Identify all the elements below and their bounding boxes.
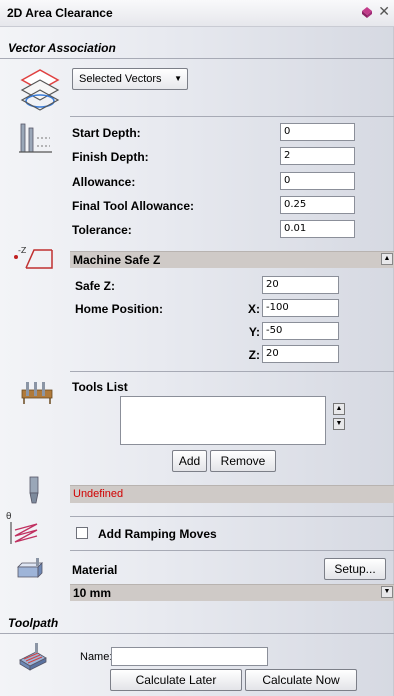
tolerance-label: Tolerance:: [72, 223, 132, 237]
final-tool-allowance-label: Final Tool Allowance:: [72, 199, 195, 213]
allowance-input[interactable]: 0: [280, 172, 355, 190]
tolerance-input[interactable]: 0.01: [280, 220, 355, 238]
home-y-input[interactable]: -50: [262, 322, 339, 340]
home-z-label: Z:: [248, 348, 260, 362]
vector-layers-icon: [20, 69, 60, 111]
home-z-input[interactable]: 20: [262, 345, 339, 363]
home-position-label: Home Position:: [75, 302, 164, 316]
ramping-checkbox[interactable]: [76, 527, 88, 539]
toolpath-name-input[interactable]: [111, 647, 268, 666]
divider: [70, 550, 394, 551]
home-y-label: Y:: [248, 325, 260, 339]
material-block-icon: [17, 558, 43, 578]
toolpath-heading: Toolpath: [0, 612, 394, 634]
calculate-later-button[interactable]: Calculate Later: [110, 669, 242, 691]
vector-selection-dropdown[interactable]: Selected Vectors ▼: [72, 68, 188, 90]
divider: [70, 371, 394, 372]
start-depth-label: Start Depth:: [72, 126, 141, 140]
material-label: Material: [72, 563, 118, 577]
vector-association-heading: Vector Association: [0, 37, 394, 59]
finish-depth-input[interactable]: 2: [280, 147, 355, 165]
machine-safe-z-bar[interactable]: Machine Safe Z ▲: [70, 251, 394, 268]
cutting-depth-icon: [19, 123, 52, 153]
machine-safe-z-title: Machine Safe Z: [73, 253, 161, 267]
title-bar: 2D Area Clearance ✕: [0, 0, 394, 27]
toolpath-name-label: Name:: [80, 651, 113, 663]
home-x-label: X:: [248, 302, 260, 316]
divider: [70, 516, 394, 517]
toolpath-icon: [19, 643, 47, 671]
material-thickness-value: 10 mm: [73, 586, 112, 600]
window-title: 2D Area Clearance: [7, 6, 113, 20]
ramping-icon: θ: [6, 512, 38, 544]
tools-list-icon: [21, 382, 53, 404]
finish-depth-label: Finish Depth:: [72, 150, 149, 164]
material-setup-button[interactable]: Setup...: [324, 558, 386, 580]
safe-z-icon: -Z: [14, 246, 53, 269]
toolpath-title: Toolpath: [8, 616, 59, 630]
remove-tool-button[interactable]: Remove: [210, 450, 276, 472]
tools-list-label: Tools List: [72, 380, 128, 394]
safe-z-input[interactable]: 20: [262, 276, 339, 294]
material-thickness-bar[interactable]: 10 mm ▼: [70, 584, 394, 601]
start-depth-input[interactable]: 0: [280, 123, 355, 141]
divider: [70, 116, 394, 117]
tools-listbox[interactable]: [120, 396, 326, 445]
tool-status-bar: Undefined: [70, 485, 394, 503]
ramping-label: Add Ramping Moves: [98, 527, 217, 541]
calculate-now-button[interactable]: Calculate Now: [245, 669, 357, 691]
home-x-input[interactable]: -100: [262, 299, 339, 317]
move-up-icon[interactable]: ▲: [333, 403, 345, 415]
expand-down-icon[interactable]: ▼: [381, 586, 393, 598]
final-tool-allowance-input[interactable]: 0.25: [280, 196, 355, 214]
collapse-up-icon[interactable]: ▲: [381, 253, 393, 265]
close-icon[interactable]: ✕: [378, 3, 390, 20]
add-tool-button[interactable]: Add: [172, 450, 207, 472]
end-mill-icon: [29, 476, 39, 504]
divider: [0, 58, 394, 59]
move-down-icon[interactable]: ▼: [333, 418, 345, 430]
svg-text:-Z: -Z: [18, 246, 27, 255]
dropdown-value: Selected Vectors: [79, 73, 162, 85]
safe-z-label: Safe Z:: [75, 279, 116, 293]
pin-icon[interactable]: [360, 5, 374, 19]
dropdown-arrow-icon: ▼: [174, 74, 182, 83]
svg-text:θ: θ: [6, 512, 12, 522]
tool-status-text: Undefined: [73, 488, 124, 500]
vector-association-title: Vector Association: [8, 41, 116, 55]
allowance-label: Allowance:: [72, 175, 136, 189]
divider: [0, 633, 394, 634]
area-clearance-panel: 2D Area Clearance ✕ Vector Association S…: [0, 0, 394, 696]
